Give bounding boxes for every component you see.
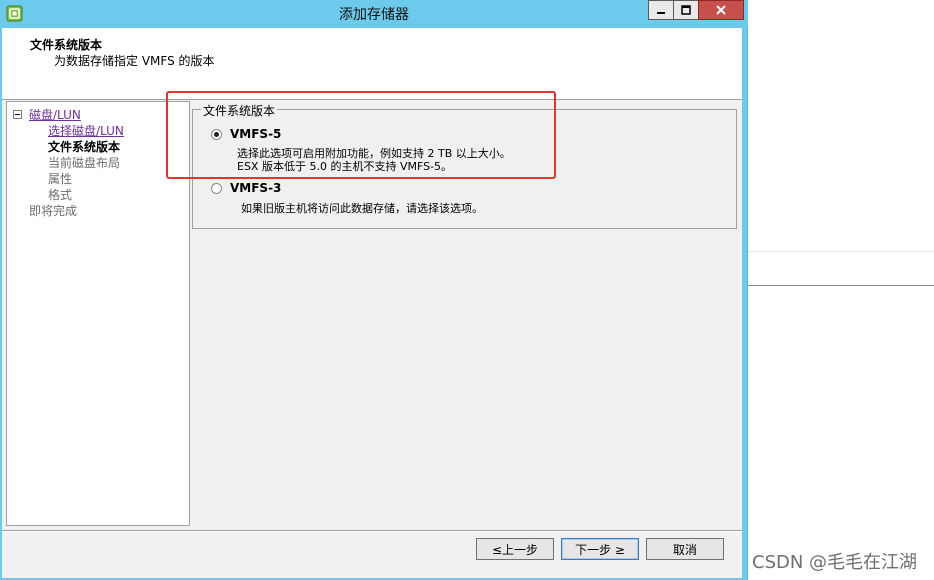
window-controls: [648, 0, 744, 20]
background-divider: [748, 285, 934, 286]
screen: CSDN @毛毛在江湖 添加存储器 文件系统版本 为数据存储指定 VMFS 的版…: [0, 0, 934, 580]
wizard-content: 文件系统版本 VMFS-5 选择此选项可启用附加功能，例如支持 2 TB 以上大…: [192, 101, 739, 526]
wizard-step-tree: 磁盘/LUN 选择磁盘/LUN 文件系统版本 当前磁盘布局 属性 格式 即将完成: [6, 101, 190, 526]
vmfs3-label: VMFS-3: [230, 181, 282, 195]
vmfs5-radio[interactable]: [211, 128, 222, 140]
page-title: 文件系统版本: [30, 38, 103, 52]
background-divider: [748, 251, 934, 252]
watermark: CSDN @毛毛在江湖: [752, 552, 918, 573]
nav-step-current-disk-layout: 当前磁盘布局: [48, 156, 121, 170]
minimize-icon: [657, 12, 665, 14]
footer-divider: [2, 531, 742, 532]
vmfs5-description-line: ESX 版本低于 5.0 的主机不支持 VMFS-5。: [237, 160, 453, 173]
cancel-button[interactable]: 取消: [646, 538, 724, 560]
tree-collapse-icon[interactable]: [13, 110, 22, 119]
vmfs5-label: VMFS-5: [230, 127, 282, 141]
nav-step-file-system-version: 文件系统版本: [48, 140, 121, 154]
nav-step-select-disk[interactable]: 选择磁盘/LUN: [48, 122, 124, 139]
vmfs3-radio[interactable]: [211, 182, 222, 194]
next-button[interactable]: 下一步 ≥: [561, 538, 639, 560]
vmfs3-description: 如果旧版主机将访问此数据存储，请选择该选项。: [241, 202, 483, 215]
back-button[interactable]: ≤上一步: [476, 538, 554, 560]
vmfs5-description-line: 选择此选项可启用附加功能，例如支持 2 TB 以上大小。: [237, 147, 511, 160]
page-subtitle: 为数据存储指定 VMFS 的版本: [54, 54, 215, 68]
nav-step-format: 格式: [48, 188, 73, 202]
window-title: 添加存储器: [339, 7, 409, 23]
dialog-client-area: 文件系统版本 为数据存储指定 VMFS 的版本 磁盘/LUN 选择磁盘/LUN …: [2, 28, 742, 578]
vmfs3-option[interactable]: VMFS-3: [211, 181, 281, 195]
close-button[interactable]: [698, 0, 744, 20]
title-bar[interactable]: 添加存储器: [0, 0, 748, 28]
close-icon: [716, 5, 726, 15]
nav-step-disk-lun[interactable]: 磁盘/LUN: [29, 106, 81, 123]
nav-step-ready-to-complete: 即将完成: [29, 204, 78, 218]
minimize-button[interactable]: [648, 0, 674, 20]
vmfs5-option[interactable]: VMFS-5: [211, 127, 281, 141]
group-label: 文件系统版本: [201, 102, 278, 119]
add-storage-dialog: 添加存储器 文件系统版本 为数据存储指定 VMFS 的版本 磁盘/LUN 选择磁…: [0, 0, 748, 580]
nav-step-properties: 属性: [48, 172, 73, 186]
vmfs5-description: 选择此选项可启用附加功能，例如支持 2 TB 以上大小。 ESX 版本低于 5.…: [237, 147, 511, 173]
maximize-icon: [681, 5, 691, 15]
file-system-version-group: 文件系统版本 VMFS-5 选择此选项可启用附加功能，例如支持 2 TB 以上大…: [192, 102, 737, 229]
maximize-button[interactable]: [673, 0, 699, 20]
wizard-header: 文件系统版本 为数据存储指定 VMFS 的版本: [2, 28, 742, 100]
